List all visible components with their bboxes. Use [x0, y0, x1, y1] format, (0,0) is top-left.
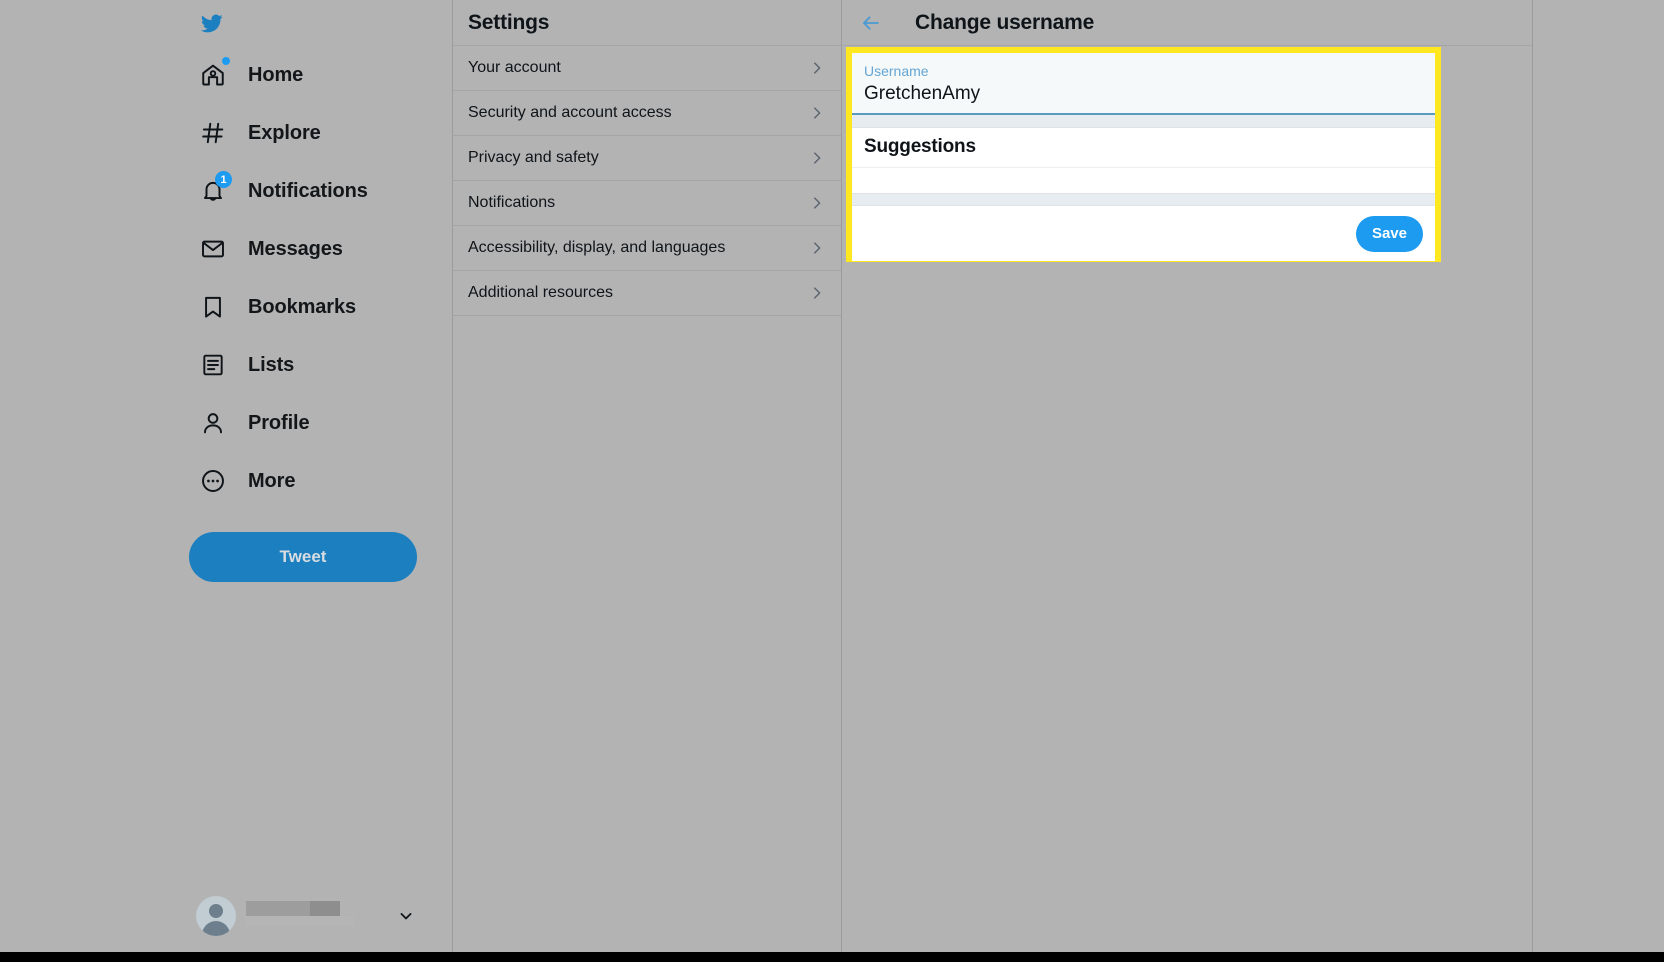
- chevron-right-icon: [808, 239, 826, 257]
- section-divider: [852, 115, 1435, 128]
- settings-item-security-and-account-access[interactable]: Security and account access: [453, 91, 841, 136]
- settings-item-label: Your account: [468, 59, 561, 76]
- sidebar-item-messages[interactable]: Messages: [188, 220, 428, 278]
- settings-item-label: Privacy and safety: [468, 149, 599, 166]
- notifications-count-badge: 1: [215, 171, 232, 188]
- suggestions-section: Suggestions: [852, 128, 1435, 168]
- settings-item-label: Additional resources: [468, 284, 613, 301]
- username-input[interactable]: Username GretchenAmy: [852, 53, 1435, 115]
- settings-item-label: Notifications: [468, 194, 556, 211]
- section-divider: [852, 193, 1435, 206]
- sidebar-item-lists[interactable]: Lists: [188, 336, 428, 394]
- sidebar-item-label: More: [248, 469, 296, 492]
- settings-column: Settings Your account Security and accou…: [452, 0, 842, 952]
- detail-column: Change username Username GretchenAmy Sug…: [843, 0, 1533, 952]
- twitter-settings-screen: Home Explore 1 Notifications Messages Bo…: [0, 0, 1664, 962]
- chevron-right-icon: [808, 149, 826, 167]
- avatar-icon: [196, 896, 236, 936]
- sidebar-item-more[interactable]: More: [188, 452, 428, 510]
- home-unread-dot-badge: [222, 57, 230, 65]
- settings-item-your-account[interactable]: Your account: [453, 46, 841, 91]
- bell-icon: 1: [196, 171, 232, 208]
- primary-sidebar: Home Explore 1 Notifications Messages Bo…: [188, 0, 428, 952]
- settings-item-privacy-and-safety[interactable]: Privacy and safety: [453, 136, 841, 181]
- home-icon: [196, 57, 230, 92]
- chevron-right-icon: [808, 59, 826, 77]
- list-icon: [196, 348, 230, 382]
- bottom-black-bar: [0, 952, 1664, 962]
- back-arrow-icon[interactable]: [860, 12, 882, 34]
- settings-item-label: Accessibility, display, and languages: [468, 239, 726, 256]
- bookmark-icon: [196, 290, 230, 324]
- sidebar-item-label: Explore: [248, 121, 321, 144]
- hashtag-icon: [196, 116, 230, 150]
- save-button[interactable]: Save: [1355, 215, 1423, 252]
- sidebar-item-explore[interactable]: Explore: [188, 104, 428, 162]
- sidebar-item-bookmarks[interactable]: Bookmarks: [188, 278, 428, 336]
- envelope-icon: [196, 232, 230, 266]
- detail-header: Change username: [843, 0, 1532, 46]
- username-label: Username: [864, 63, 929, 79]
- sidebar-item-label: Lists: [248, 353, 295, 376]
- sidebar-item-label: Home: [248, 63, 304, 86]
- settings-item-accessibility-display-and-languages[interactable]: Accessibility, display, and languages: [453, 226, 841, 271]
- sidebar-item-label: Notifications: [248, 179, 368, 202]
- chevron-down-icon[interactable]: [396, 906, 416, 926]
- sidebar-item-label: Messages: [248, 237, 343, 260]
- suggestions-list: [852, 168, 1435, 193]
- account-name-redacted: [246, 897, 366, 935]
- account-switcher[interactable]: [188, 888, 428, 944]
- settings-item-label: Security and account access: [468, 104, 672, 121]
- more-circle-icon: [196, 464, 230, 498]
- detail-title: Change username: [915, 10, 1095, 34]
- change-username-highlight-box: Username GretchenAmy Suggestions Save: [846, 47, 1441, 262]
- chevron-right-icon: [808, 194, 826, 212]
- tweet-button[interactable]: Tweet: [189, 532, 417, 582]
- sidebar-item-notifications[interactable]: 1 Notifications: [188, 162, 428, 220]
- sidebar-item-label: Profile: [248, 411, 310, 434]
- settings-item-notifications[interactable]: Notifications: [453, 181, 841, 226]
- chevron-right-icon: [808, 104, 826, 122]
- twitter-bird-icon: [198, 12, 225, 35]
- save-row: Save: [852, 206, 1435, 261]
- sidebar-item-home[interactable]: Home: [188, 46, 428, 104]
- sidebar-item-profile[interactable]: Profile: [188, 394, 428, 452]
- settings-header: Settings: [453, 0, 841, 46]
- username-value[interactable]: GretchenAmy: [864, 81, 1423, 107]
- suggestions-title: Suggestions: [864, 136, 976, 157]
- person-icon: [196, 406, 230, 440]
- chevron-right-icon: [808, 284, 826, 302]
- sidebar-item-label: Bookmarks: [248, 295, 357, 318]
- page-title: Settings: [468, 10, 550, 34]
- twitter-logo[interactable]: [188, 0, 428, 46]
- settings-item-additional-resources[interactable]: Additional resources: [453, 271, 841, 316]
